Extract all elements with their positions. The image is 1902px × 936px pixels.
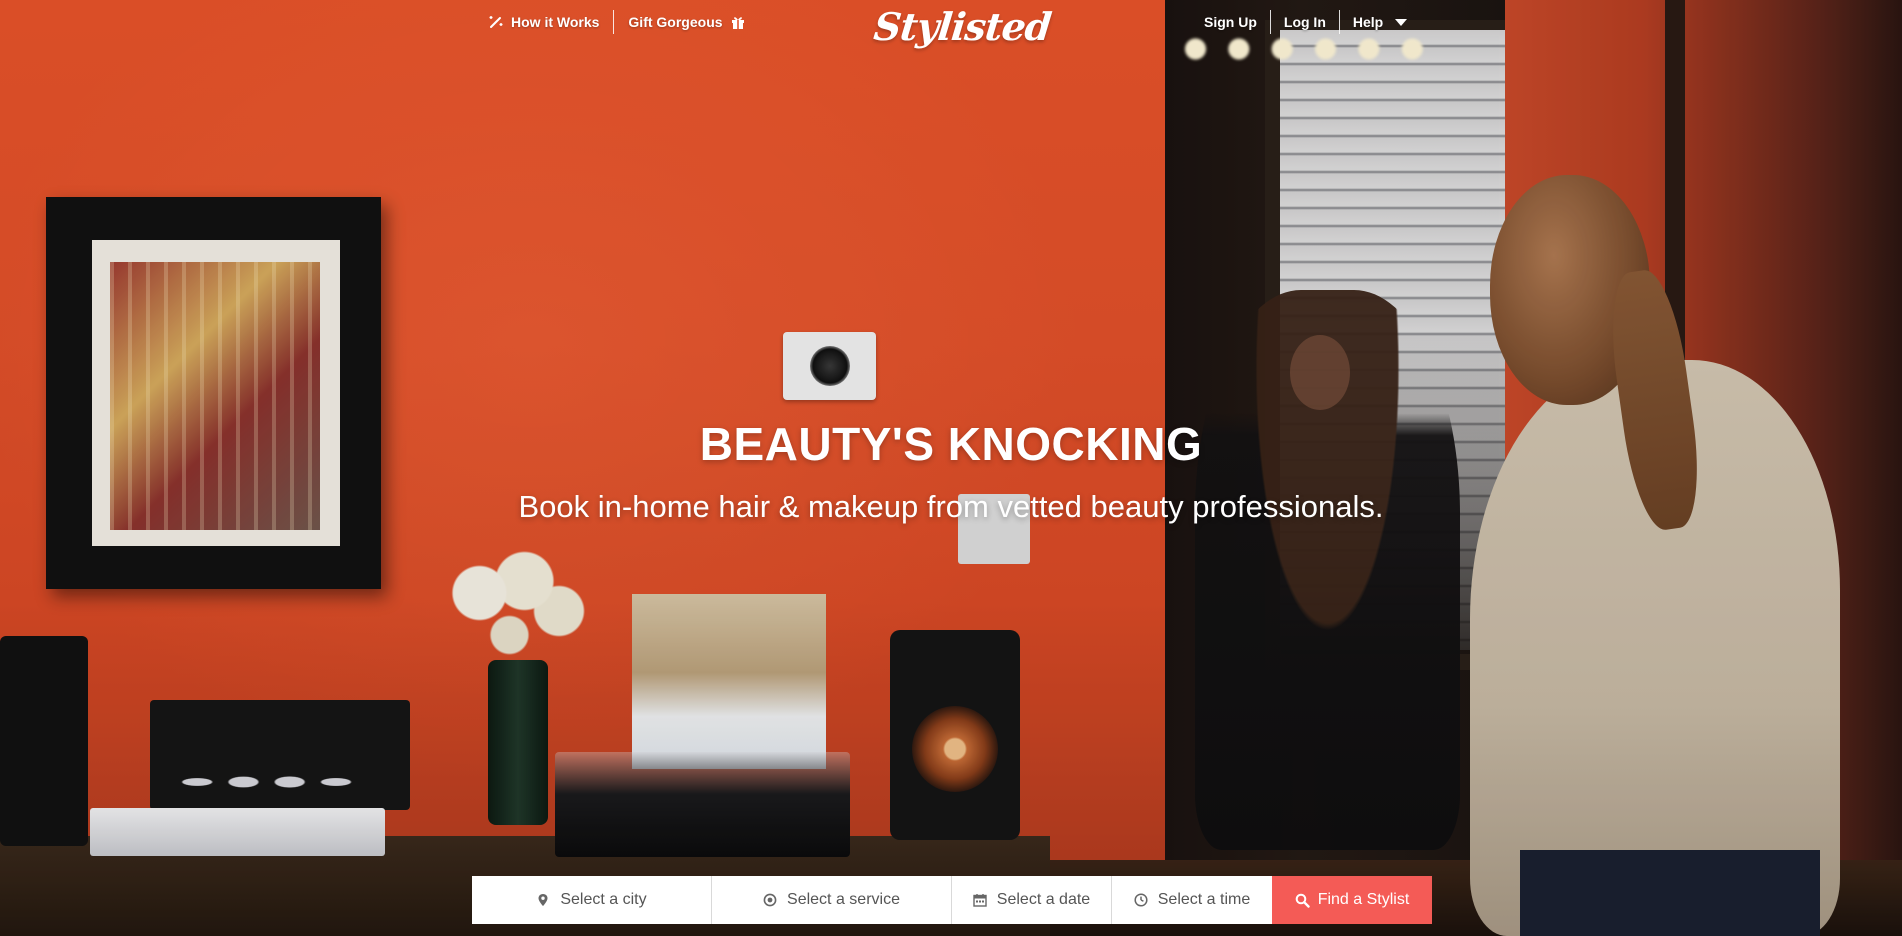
gift-icon (730, 14, 746, 30)
hero-section: How it Works Gift Gorgeous Stylisted Sig… (0, 0, 1902, 936)
nav-left: How it Works Gift Gorgeous (488, 10, 746, 34)
find-stylist-button[interactable]: Find a Stylist (1272, 876, 1432, 924)
nav-divider (613, 10, 615, 34)
service-select[interactable]: Select a service (712, 876, 952, 924)
gift-gorgeous-label: Gift Gorgeous (628, 14, 723, 30)
clock-icon (1134, 893, 1148, 907)
how-it-works-label: How it Works (511, 14, 600, 30)
nav-divider (1269, 10, 1271, 34)
magic-wand-icon (488, 14, 504, 30)
find-stylist-label: Find a Stylist (1317, 891, 1410, 908)
stylist-search-bar: Select a city Select a service Select a … (472, 876, 1432, 924)
help-dropdown[interactable]: Help (1352, 14, 1408, 30)
map-pin-icon (536, 893, 550, 907)
sign-up-link[interactable]: Sign Up (1204, 14, 1257, 30)
gift-gorgeous-link[interactable]: Gift Gorgeous (628, 14, 745, 30)
brand-logo[interactable]: Stylisted (872, 4, 1053, 49)
help-label: Help (1352, 14, 1384, 30)
nav-right: Sign Up Log In Help (1204, 10, 1408, 34)
nav-divider (1338, 10, 1340, 34)
hero-headline: BEAUTY'S KNOCKING (699, 418, 1203, 470)
search-icon (1295, 893, 1310, 908)
service-placeholder: Select a service (787, 891, 900, 908)
caret-down-icon (1395, 18, 1408, 26)
time-select[interactable]: Select a time (1112, 876, 1272, 924)
log-in-link[interactable]: Log In (1284, 14, 1326, 30)
city-select[interactable]: Select a city (472, 876, 712, 924)
city-placeholder: Select a city (560, 891, 647, 908)
calendar-icon (973, 893, 987, 907)
hero-subheadline: Book in-home hair & makeup from vetted b… (518, 489, 1384, 524)
date-select[interactable]: Select a date (952, 876, 1112, 924)
target-icon (763, 893, 777, 907)
time-placeholder: Select a time (1157, 891, 1251, 908)
how-it-works-link[interactable]: How it Works (488, 14, 599, 30)
date-placeholder: Select a date (996, 891, 1091, 908)
